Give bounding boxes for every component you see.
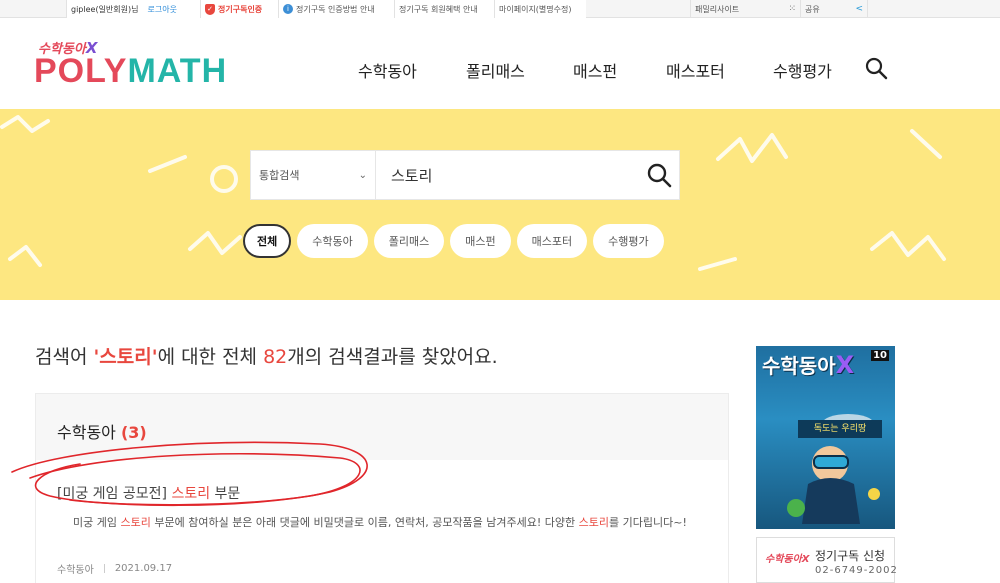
search-scope-select[interactable]: 통합검색 ⌄ (251, 151, 376, 199)
nav-item-mathporter[interactable]: 매스포터 (666, 58, 725, 82)
result-group: 수학동아 (3) [미궁 게임 공모전] 스토리 부문 미궁 게임 스토리 부문… (35, 393, 729, 583)
result-title-link[interactable]: [미궁 게임 공모전] 스토리 부문 (57, 483, 240, 503)
share-label: 공유 (805, 4, 820, 14)
family-site-dropdown[interactable]: 패밀리사이트 ⁙ (690, 0, 800, 18)
share-button[interactable]: 공유 < (800, 0, 868, 18)
chevron-down-icon: ⌄ (358, 169, 367, 181)
logo-main: POLYMATH (34, 52, 228, 90)
result-category-title[interactable]: 수학동아 (3) (57, 419, 147, 443)
subscribe-guide-label: 정기구독 인증방법 안내 (296, 4, 375, 14)
subscribe-verify-link[interactable]: ✓ 정기구독인증 (200, 0, 278, 18)
utility-bar: giplee(일반회원)님 로그아웃 ✓ 정기구독인증 i 정기구독 인증방법 … (0, 0, 1000, 18)
shield-icon: ✓ (205, 3, 215, 15)
result-count: 82 (263, 346, 288, 368)
cover-title: 수학동아X (762, 351, 855, 379)
cover-banner: 독도는 우리땅 (798, 420, 882, 438)
polymath-logo[interactable]: 수학동아X POLYMATH (34, 38, 228, 98)
diver-illustration (787, 414, 880, 524)
member-benefit-label: 정기구독 회원혜택 안내 (399, 4, 478, 14)
member-benefit-link[interactable]: 정기구독 회원혜택 안내 (394, 0, 494, 18)
result-meta: 수학동아 2021.09.17 (57, 561, 172, 576)
chip-polymath[interactable]: 폴리매스 (373, 224, 445, 258)
chip-mathfun[interactable]: 매스펀 (450, 224, 511, 258)
subscribe-verify-label: 정기구독인증 (218, 4, 263, 14)
search-input[interactable]: 스토리 (391, 151, 432, 199)
search-band: 통합검색 ⌄ 스토리 전체 수학동아 폴리매스 매스펀 매스포터 수행평가 (0, 109, 1000, 300)
share-icon: < (855, 4, 863, 14)
search-icon[interactable] (864, 56, 888, 80)
chip-performance[interactable]: 수행평가 (593, 224, 664, 258)
nav-item-mathfun[interactable]: 매스펀 (573, 58, 617, 82)
filter-chips: 전체 수학동아 폴리매스 매스펀 매스포터 수행평가 (243, 224, 664, 258)
subscribe-banner[interactable]: 수학동아X 정기구독 신청 02-6749-2002 (756, 537, 898, 583)
subscribe-label: 정기구독 신청 (815, 549, 886, 563)
search-term: '스토리' (93, 346, 158, 368)
chip-all[interactable]: 전체 (243, 224, 292, 258)
result-group-header: 수학동아 (3) (36, 394, 728, 460)
logout-link[interactable]: 로그아웃 (148, 4, 177, 15)
user-status: giplee(일반회원)님 로그아웃 (66, 0, 200, 18)
chip-suhakdonga[interactable]: 수학동아 (297, 224, 368, 258)
chip-mathporter[interactable]: 매스포터 (516, 224, 588, 258)
result-category-count: (3) (120, 423, 147, 442)
family-site-label: 패밀리사이트 (695, 4, 740, 14)
nav-item-performance[interactable]: 수행평가 (773, 58, 832, 82)
search-scope-value: 통합검색 (259, 169, 300, 182)
grid-icon: ⁙ (788, 4, 796, 14)
decorative-pattern (0, 115, 946, 271)
result-snippet: 미궁 게임 스토리 부문에 참여하실 분은 아래 댓글에 비밀댓글로 이름, 연… (73, 516, 687, 529)
subscribe-phone: 02-6749-2002 (815, 565, 898, 576)
search-submit-button[interactable] (645, 161, 673, 189)
mypage-label: 마이페이지(별명수정) (499, 4, 572, 14)
magazine-cover[interactable]: 수학동아X 10 독도는 우리땅 (756, 346, 895, 529)
mypage-link[interactable]: 마이페이지(별명수정) (494, 0, 586, 18)
subscribe-guide-link[interactable]: i 정기구독 인증방법 안내 (278, 0, 394, 18)
results-summary: 검색어 '스토리'에 대한 전체 82개의 검색결과를 찾았어요. (35, 346, 498, 368)
cover-issue-number: 10 (871, 350, 889, 361)
nav-item-suhakdonga[interactable]: 수학동아 (358, 58, 417, 82)
site-header: 수학동아X POLYMATH 수학동아 폴리매스 매스펀 매스포터 수행평가 (0, 18, 1000, 109)
subscribe-logo: 수학동아X (765, 554, 810, 565)
info-icon: i (283, 4, 293, 14)
nav-item-polymath[interactable]: 폴리매스 (466, 58, 525, 82)
user-name: giplee(일반회원)님 (71, 4, 139, 14)
search-form: 통합검색 ⌄ 스토리 (250, 150, 680, 200)
result-source: 수학동아 (57, 565, 94, 576)
result-date: 2021.09.17 (114, 563, 173, 574)
meta-divider (103, 564, 105, 573)
result-item: [미궁 게임 공모전] 스토리 부문 미궁 게임 스토리 부문에 참여하실 분은… (36, 460, 728, 583)
